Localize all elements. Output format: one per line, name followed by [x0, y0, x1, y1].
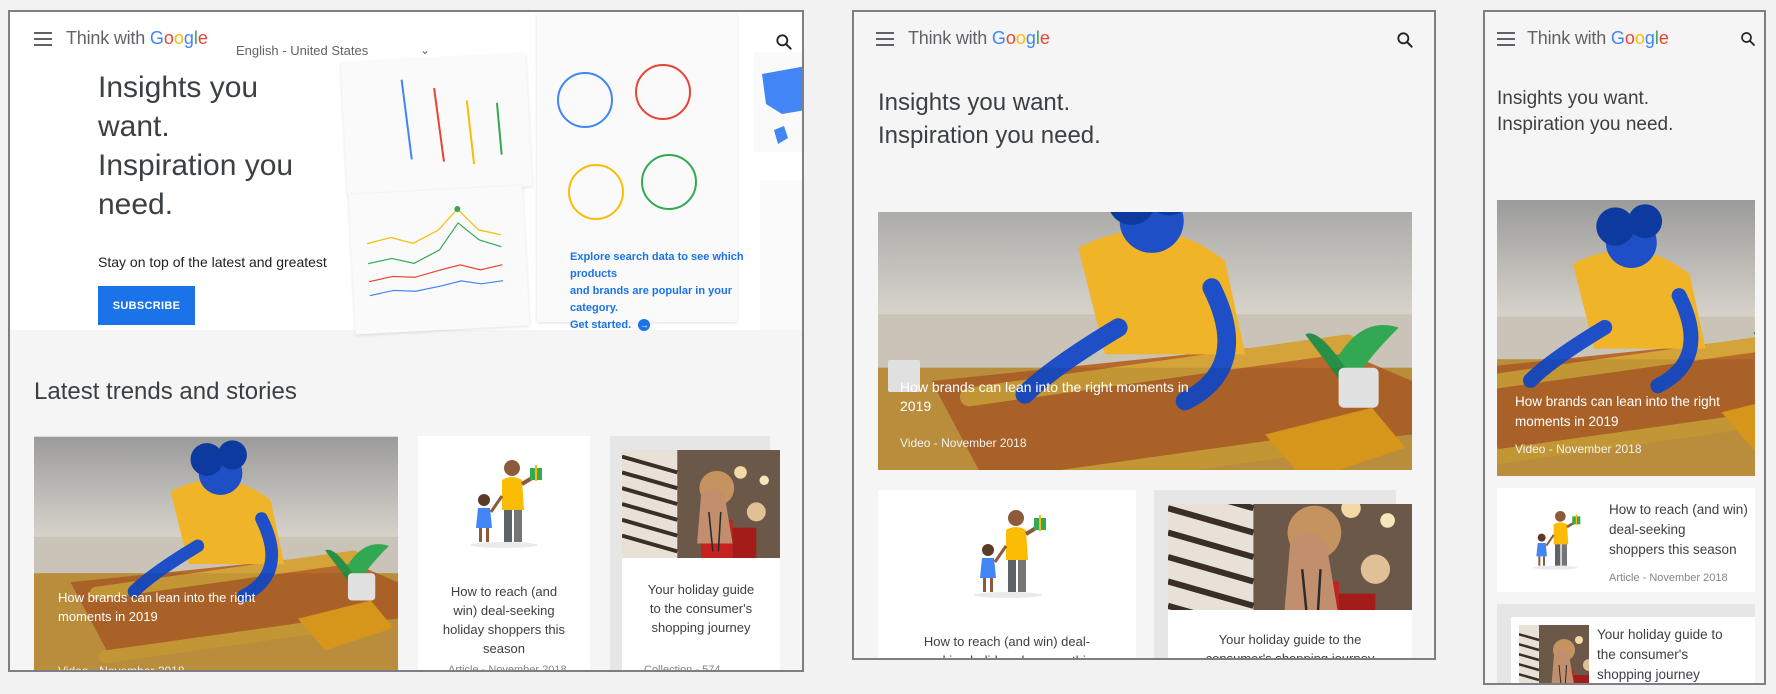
promo-line-1: Explore search data to see which product… — [570, 251, 744, 280]
usa-map — [762, 66, 802, 144]
story-card[interactable]: How to reach (and win) deal-seeking holi… — [878, 490, 1136, 658]
promo-line-2: and brands are popular in your category. — [570, 285, 732, 314]
promo-line-3[interactable]: Get started. → — [570, 317, 770, 334]
card-meta: Video - November 2018 — [900, 436, 1027, 450]
card-meta: Video - November 2018 — [58, 664, 185, 672]
logo-think-with: Think with — [1527, 28, 1607, 48]
card-meta: Article - November 2018 — [1609, 572, 1728, 584]
family-illustration — [1515, 504, 1595, 574]
story-card-collection[interactable]: Your holiday guide to the consumer's shopp… — [1511, 617, 1755, 685]
desktop-frame: Explore search data to see which product… — [8, 10, 804, 672]
subscribe-button[interactable]: SUBSCRIBE — [98, 286, 195, 325]
mobile-header: Think with Google — [1485, 12, 1764, 60]
shopping-photo — [1519, 625, 1589, 685]
card-title: How to reach (and win) deal-seeking holida… — [442, 584, 566, 656]
card-meta: Video - November 2018 — [1515, 442, 1642, 456]
card-title: How to reach (and win) deal-seeking shoppe… — [1609, 502, 1748, 557]
menu-icon[interactable] — [34, 32, 52, 46]
story-card-featured[interactable]: How brands can lean into the right moment… — [1497, 200, 1755, 476]
card-title: How to reach (and win) deal-seeking holi… — [922, 634, 1093, 658]
card-meta: Article - November 2018 — [448, 664, 567, 672]
arrow-circle-icon: → — [638, 319, 651, 331]
story-card-featured[interactable]: How brands can lean into the right momen… — [878, 212, 1412, 470]
line-chart-card — [348, 185, 530, 335]
card-title: Your holiday guide to the consumer's shopp… — [1597, 627, 1723, 682]
shopping-photo — [1168, 504, 1412, 610]
logo[interactable]: Think with Google — [908, 28, 1050, 49]
woman-illustration — [34, 436, 398, 672]
logo-think-with: Think with — [66, 28, 146, 48]
family-illustration — [444, 452, 564, 552]
promo-text[interactable]: Explore search data to see which product… — [570, 249, 770, 334]
card-title: How brands can lean into the right moment… — [58, 590, 256, 624]
logo[interactable]: Think with Google — [1527, 28, 1669, 49]
chevron-down-icon[interactable]: ⌄ — [420, 43, 430, 57]
story-card[interactable]: How to reach (and win) deal-seeking shoppe… — [1497, 488, 1755, 592]
hero-headline: Insights you want. Inspiration you need. — [1497, 88, 1674, 135]
section-title: Latest trends and stories — [34, 378, 297, 405]
story-card-collection[interactable]: Your holiday guide to the consumer's shop… — [1168, 504, 1412, 660]
mobile-frame: Think with Google Insights you want. Insp… — [1483, 10, 1766, 685]
story-card-collection[interactable]: Your holiday guide to the consumer's shopp… — [622, 450, 780, 672]
tablet-frame: Think with Google Insights you want. Insp… — [852, 10, 1436, 660]
shopping-photo — [622, 450, 780, 558]
tablet-header: Think with Google — [854, 12, 1434, 60]
woman-illustration — [878, 212, 1412, 470]
logo-think-with: Think with — [908, 28, 988, 48]
language-select[interactable]: English - United States — [236, 43, 368, 58]
map-card — [754, 52, 802, 152]
line-chart — [366, 205, 504, 297]
hero-headline: Insights you want. Inspiration you need. — [878, 89, 1101, 149]
search-icon[interactable] — [1395, 30, 1415, 50]
hero-headline: Insights you want. Inspiration you need. — [98, 71, 294, 221]
woman-illustration — [1497, 200, 1755, 476]
menu-icon[interactable] — [1497, 32, 1515, 46]
card-title: How brands can lean into the right momen… — [900, 379, 1189, 414]
bar-chart-lines — [400, 79, 503, 165]
desktop-header: Think with Google English - United State… — [10, 12, 802, 60]
story-card-featured[interactable]: How brands can lean into the right moment… — [34, 436, 398, 672]
card-title: How brands can lean into the right moment… — [1515, 394, 1720, 429]
search-icon[interactable] — [1739, 30, 1759, 50]
card-title: Your holiday guide to the consumer's shopp… — [647, 582, 755, 635]
story-card[interactable]: How to reach (and win) deal-seeking holida… — [418, 436, 590, 672]
logo[interactable]: Think with Google — [66, 28, 208, 49]
card-meta: Collection - 574 — [644, 664, 721, 672]
bar-chart-card — [340, 53, 533, 196]
menu-icon[interactable] — [876, 32, 894, 46]
card-title: Your holiday guide to the consumer's shop… — [1205, 632, 1375, 660]
hero-subtitle: Stay on top of the latest and greatest — [98, 254, 327, 270]
family-illustration — [948, 502, 1068, 602]
search-icon[interactable] — [774, 32, 794, 52]
get-started-link[interactable]: Get started. — [570, 319, 631, 331]
